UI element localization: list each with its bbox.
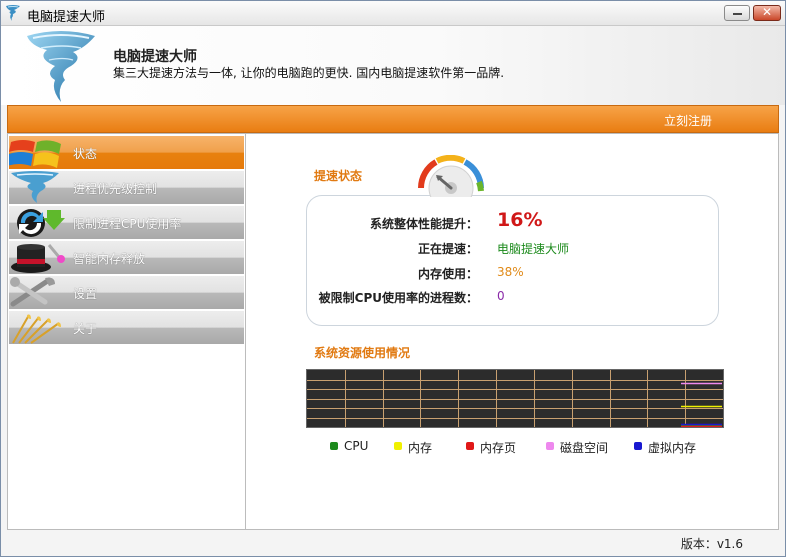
sidebar-item-memory-release[interactable]: 智能内存释放 xyxy=(9,241,244,274)
legend-label: 内存页 xyxy=(480,441,517,455)
legend-swatch xyxy=(634,442,642,450)
resource-usage-graph xyxy=(306,369,724,428)
memory-usage-label: 内存使用： xyxy=(417,267,478,281)
magic-hat-icon xyxy=(11,244,65,273)
performance-label: 系统整体性能提升： xyxy=(369,217,478,231)
boosting-label: 正在提速： xyxy=(417,242,478,256)
refresh-arrows-icon xyxy=(17,209,65,237)
sidebar-item-label: 进程优先级控制 xyxy=(73,182,158,196)
legend-label: CPU xyxy=(344,439,369,453)
legend-swatch xyxy=(330,442,338,450)
sidebar-item-label: 设置 xyxy=(73,287,98,301)
wheat-icon xyxy=(12,314,61,344)
sidebar-item-settings[interactable]: 设置 xyxy=(9,276,244,309)
memory-usage-value: 38% xyxy=(497,265,524,279)
status-section-title: 提速状态 xyxy=(314,169,363,183)
legend-label: 虚拟内存 xyxy=(648,441,697,455)
sidebar-item-cpu-limit[interactable]: 限制进程CPU使用率 xyxy=(9,206,244,239)
minimize-icon xyxy=(733,13,742,15)
main-panel: 提速状态 系统整体性能提升： 16% 正在提速： 电脑提速大师 内存使用： 38… xyxy=(246,134,778,529)
app-tagline: 集三大提速方法与一体, 让你的电脑跑的更快. 国内电脑提速软件第一品牌. xyxy=(113,66,505,80)
boosting-value: 电脑提速大师 xyxy=(497,242,570,256)
resources-section-title: 系统资源使用情况 xyxy=(314,346,411,360)
minimize-button[interactable] xyxy=(724,5,750,21)
limited-process-count-label: 被限制CPU使用率的进程数： xyxy=(318,291,478,305)
header-banner: 电脑提速大师 集三大提速方法与一体, 让你的电脑跑的更快. 国内电脑提速软件第一… xyxy=(1,26,785,105)
graph-legend: CPU 内存 内存页 磁盘空间 虚拟内存 xyxy=(330,439,730,455)
title-bar: 电脑提速大师 ✕ xyxy=(1,1,785,26)
close-button[interactable]: ✕ xyxy=(753,5,781,21)
register-link[interactable]: 立刻注册 xyxy=(664,112,712,129)
sidebar: 状态 进程优先级控制 限制进程CPU使用率 智能内存释放 设置 关于 xyxy=(8,134,246,529)
sidebar-item-label: 状态 xyxy=(73,147,98,161)
status-box: 系统整体性能提升： 16% 正在提速： 电脑提速大师 内存使用： 38% 被限制… xyxy=(306,195,719,326)
legend-label: 内存 xyxy=(408,441,433,455)
tornado-icon xyxy=(11,171,59,203)
sidebar-item-label: 限制进程CPU使用率 xyxy=(73,217,182,231)
legend-swatch xyxy=(394,442,402,450)
sidebar-item-process-priority[interactable]: 进程优先级控制 xyxy=(9,171,244,204)
window-title: 电脑提速大师 xyxy=(27,10,106,25)
version-label: 版本：v1.6 xyxy=(680,537,743,551)
sidebar-item-about[interactable]: 关于 xyxy=(9,311,244,344)
sidebar-item-label: 智能内存释放 xyxy=(73,252,146,266)
app-window: 电脑提速大师 ✕ 电脑提速大师 集三大提速方法与一体, 让你的电脑跑的更快. 国… xyxy=(0,0,786,557)
close-icon: ✕ xyxy=(761,5,773,19)
tools-icon xyxy=(10,277,55,307)
windows-logo-icon xyxy=(9,140,61,168)
top-action-bar: 立刻注册 xyxy=(7,105,779,133)
legend-label: 磁盘空间 xyxy=(560,441,609,455)
content-area: 状态 进程优先级控制 限制进程CPU使用率 智能内存释放 设置 关于 提速状态 … xyxy=(7,133,779,530)
sidebar-item-label: 关于 xyxy=(73,322,98,336)
sidebar-item-status[interactable]: 状态 xyxy=(9,136,244,169)
legend-swatch xyxy=(546,442,554,450)
app-tornado-icon xyxy=(6,5,20,21)
limited-process-count-value: 0 xyxy=(497,289,505,303)
speed-gauge-icon xyxy=(418,155,484,197)
legend-swatch xyxy=(466,442,474,450)
tornado-logo-icon xyxy=(27,31,95,102)
performance-value: 16% xyxy=(497,209,543,231)
app-name: 电脑提速大师 xyxy=(113,49,197,65)
